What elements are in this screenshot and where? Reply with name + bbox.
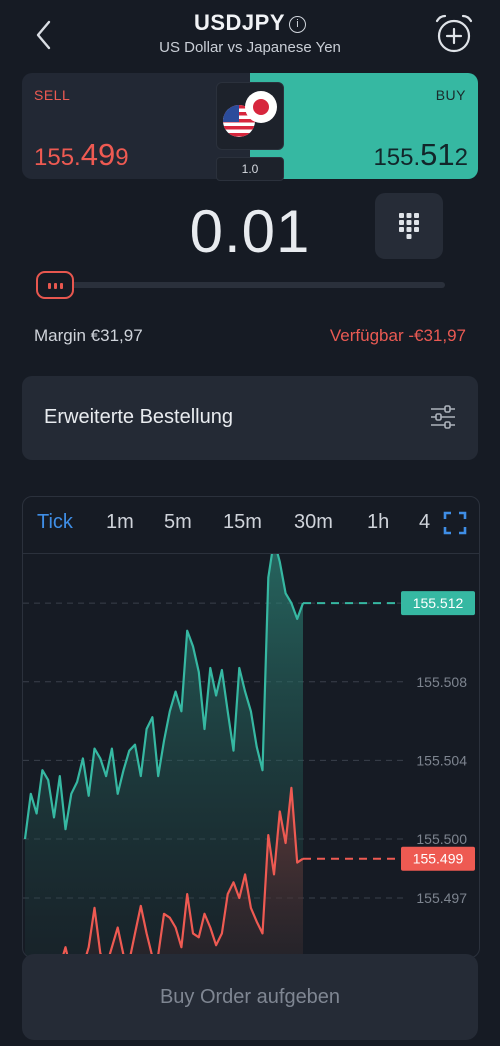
currency-flags bbox=[216, 82, 284, 150]
buy-label: BUY bbox=[435, 87, 466, 103]
sell-price-tag-label: 155.499 bbox=[413, 851, 464, 867]
timeframe-tabs: Tick 1m 5m 15m 30m 1h 4 bbox=[23, 497, 479, 554]
keypad-button[interactable] bbox=[375, 193, 443, 259]
instrument-subtitle: US Dollar vs Japanese Yen bbox=[159, 39, 341, 56]
y-tick-label: 155.508 bbox=[416, 674, 467, 690]
buy-series-area bbox=[25, 554, 303, 957]
y-tick-label: 155.497 bbox=[416, 890, 467, 906]
japan-flag-icon bbox=[245, 91, 277, 123]
instrument-symbol: USDJPY bbox=[193, 10, 286, 35]
tab-tick[interactable]: Tick bbox=[37, 511, 73, 534]
volume-value[interactable]: 0.01 bbox=[150, 197, 350, 266]
price-chart-card: Tick 1m 5m 15m 30m 1h 4 155.512 155.508 15… bbox=[22, 496, 480, 958]
place-order-button[interactable]: Buy Order aufgeben bbox=[22, 954, 478, 1040]
buy-button[interactable]: BUY 155.512 bbox=[250, 73, 478, 179]
instrument-header: USDJPY i US Dollar vs Japanese Yen bbox=[0, 10, 500, 56]
alarm-clock-add-icon[interactable] bbox=[432, 12, 476, 56]
buy-price-tag: 155.512 bbox=[401, 591, 475, 616]
margin-text: Margin €31,97 bbox=[34, 326, 143, 345]
keypad-icon bbox=[399, 213, 419, 239]
buy-price-tag-label: 155.512 bbox=[413, 595, 464, 611]
advanced-order-label: Erweiterte Bestellung bbox=[44, 406, 233, 428]
volume-slider-handle[interactable] bbox=[36, 271, 74, 299]
place-order-label: Buy Order aufgeben bbox=[159, 986, 341, 1008]
y-tick-label: 155.504 bbox=[416, 752, 467, 768]
fullscreen-icon[interactable] bbox=[443, 511, 467, 535]
tab-1m[interactable]: 1m bbox=[106, 511, 134, 534]
price-chart[interactable]: 155.512155.508155.504155.500155.497155.5… bbox=[23, 554, 479, 957]
tab-30m[interactable]: 30m bbox=[294, 511, 333, 534]
spread-indicator: 1.0 bbox=[216, 157, 284, 181]
tab-5m[interactable]: 5m bbox=[164, 511, 192, 534]
volume-slider-track[interactable] bbox=[70, 282, 445, 288]
sliders-icon bbox=[431, 405, 455, 429]
advanced-order-button[interactable]: Erweiterte Bestellung bbox=[22, 376, 478, 460]
tab-1h[interactable]: 1h bbox=[367, 511, 389, 534]
available-text: Verfügbar -€31,97 bbox=[329, 326, 466, 345]
tab-15m[interactable]: 15m bbox=[223, 511, 262, 534]
info-icon[interactable]: i bbox=[289, 16, 307, 33]
buy-price: 155.512 bbox=[373, 137, 468, 172]
y-tick-label: 155.500 bbox=[416, 831, 467, 847]
tab-4h[interactable]: 4 bbox=[419, 511, 430, 534]
sell-price-tag: 155.499 bbox=[401, 846, 475, 871]
sell-price: 155.499 bbox=[34, 137, 129, 172]
sell-label: SELL bbox=[34, 87, 71, 103]
